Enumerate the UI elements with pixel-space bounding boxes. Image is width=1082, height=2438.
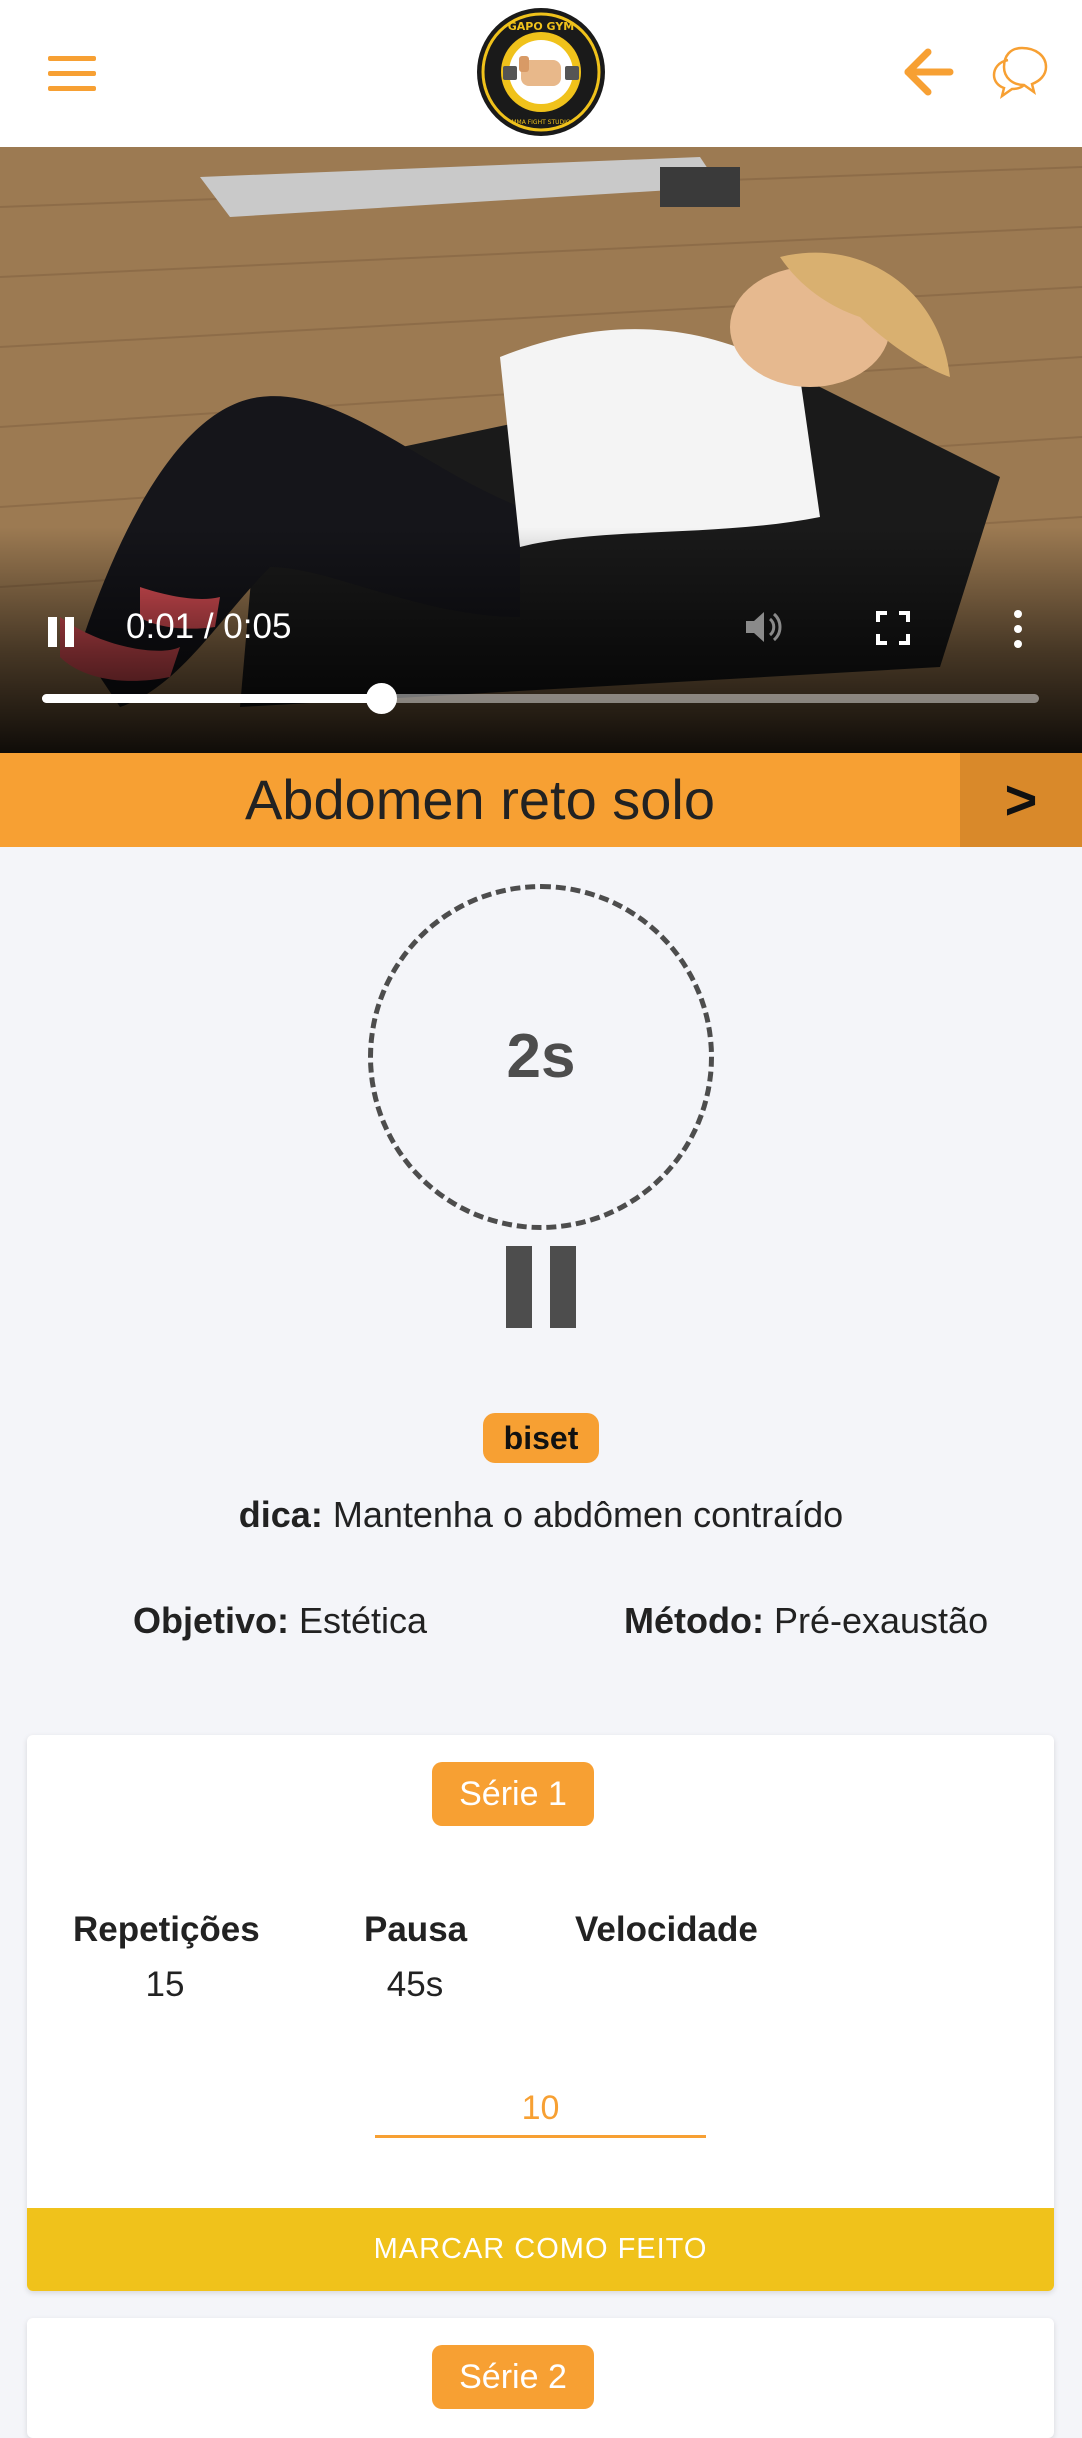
reps-value: 15 xyxy=(145,1965,185,2004)
video-progress xyxy=(42,694,381,703)
volume-icon[interactable] xyxy=(742,607,786,647)
svg-text:MMA FIGHT STUDIO: MMA FIGHT STUDIO xyxy=(511,119,571,126)
exercise-tip: dica: Mantenha o abdômen contraído xyxy=(0,1494,1082,1536)
hamburger-menu-icon[interactable] xyxy=(48,56,98,92)
fullscreen-icon[interactable] xyxy=(876,611,910,645)
series-label: Série 1 xyxy=(432,1762,594,1826)
video-seek-bar[interactable] xyxy=(42,683,1039,714)
rest-timer: 2s xyxy=(368,884,714,1230)
goal-label: Objetivo: xyxy=(133,1600,290,1641)
rest-label: Pausa xyxy=(364,1910,468,1949)
method-label: Método: xyxy=(624,1600,764,1641)
method-badge: biset xyxy=(483,1413,599,1463)
video-player[interactable]: 0:01 / 0:05 xyxy=(0,147,1082,753)
reps-label: Repetições xyxy=(73,1910,260,1949)
video-seek-handle[interactable] xyxy=(365,683,397,714)
tip-text: Mantenha o abdômen contraído xyxy=(322,1494,844,1535)
next-exercise-button[interactable]: > xyxy=(960,753,1082,847)
goal-info: Objetivo: Estética xyxy=(133,1600,427,1642)
more-vertical-icon[interactable] xyxy=(1010,609,1026,649)
rest-value: 45s xyxy=(386,1965,444,2004)
video-time: 0:01 / 0:05 xyxy=(126,607,292,646)
gym-logo: GAPO GYM MMA FIGHT STUDIO xyxy=(477,8,605,136)
pause-icon[interactable] xyxy=(48,617,78,653)
method-value: Pré-exaustão xyxy=(763,1600,989,1641)
speed-input[interactable] xyxy=(375,2082,706,2138)
goal-value: Estética xyxy=(289,1600,428,1641)
tip-label: dica: xyxy=(238,1494,323,1535)
pause-icon[interactable] xyxy=(506,1246,576,1328)
exercise-title-bar: Abdomen reto solo > xyxy=(0,753,1082,847)
app-header: GAPO GYM MMA FIGHT STUDIO xyxy=(0,0,1082,147)
method-info: Método: Pré-exaustão xyxy=(624,1600,988,1642)
chat-bubbles-icon[interactable] xyxy=(990,42,1050,102)
mark-done-button[interactable]: MARCAR COMO FEITO xyxy=(27,2208,1054,2291)
series-label: Série 2 xyxy=(432,2345,594,2409)
svg-text:GAPO GYM: GAPO GYM xyxy=(508,20,574,33)
exercise-title: Abdomen reto solo xyxy=(244,768,716,831)
speed-label: Velocidade xyxy=(575,1910,758,1949)
arrow-left-icon[interactable] xyxy=(900,42,956,102)
